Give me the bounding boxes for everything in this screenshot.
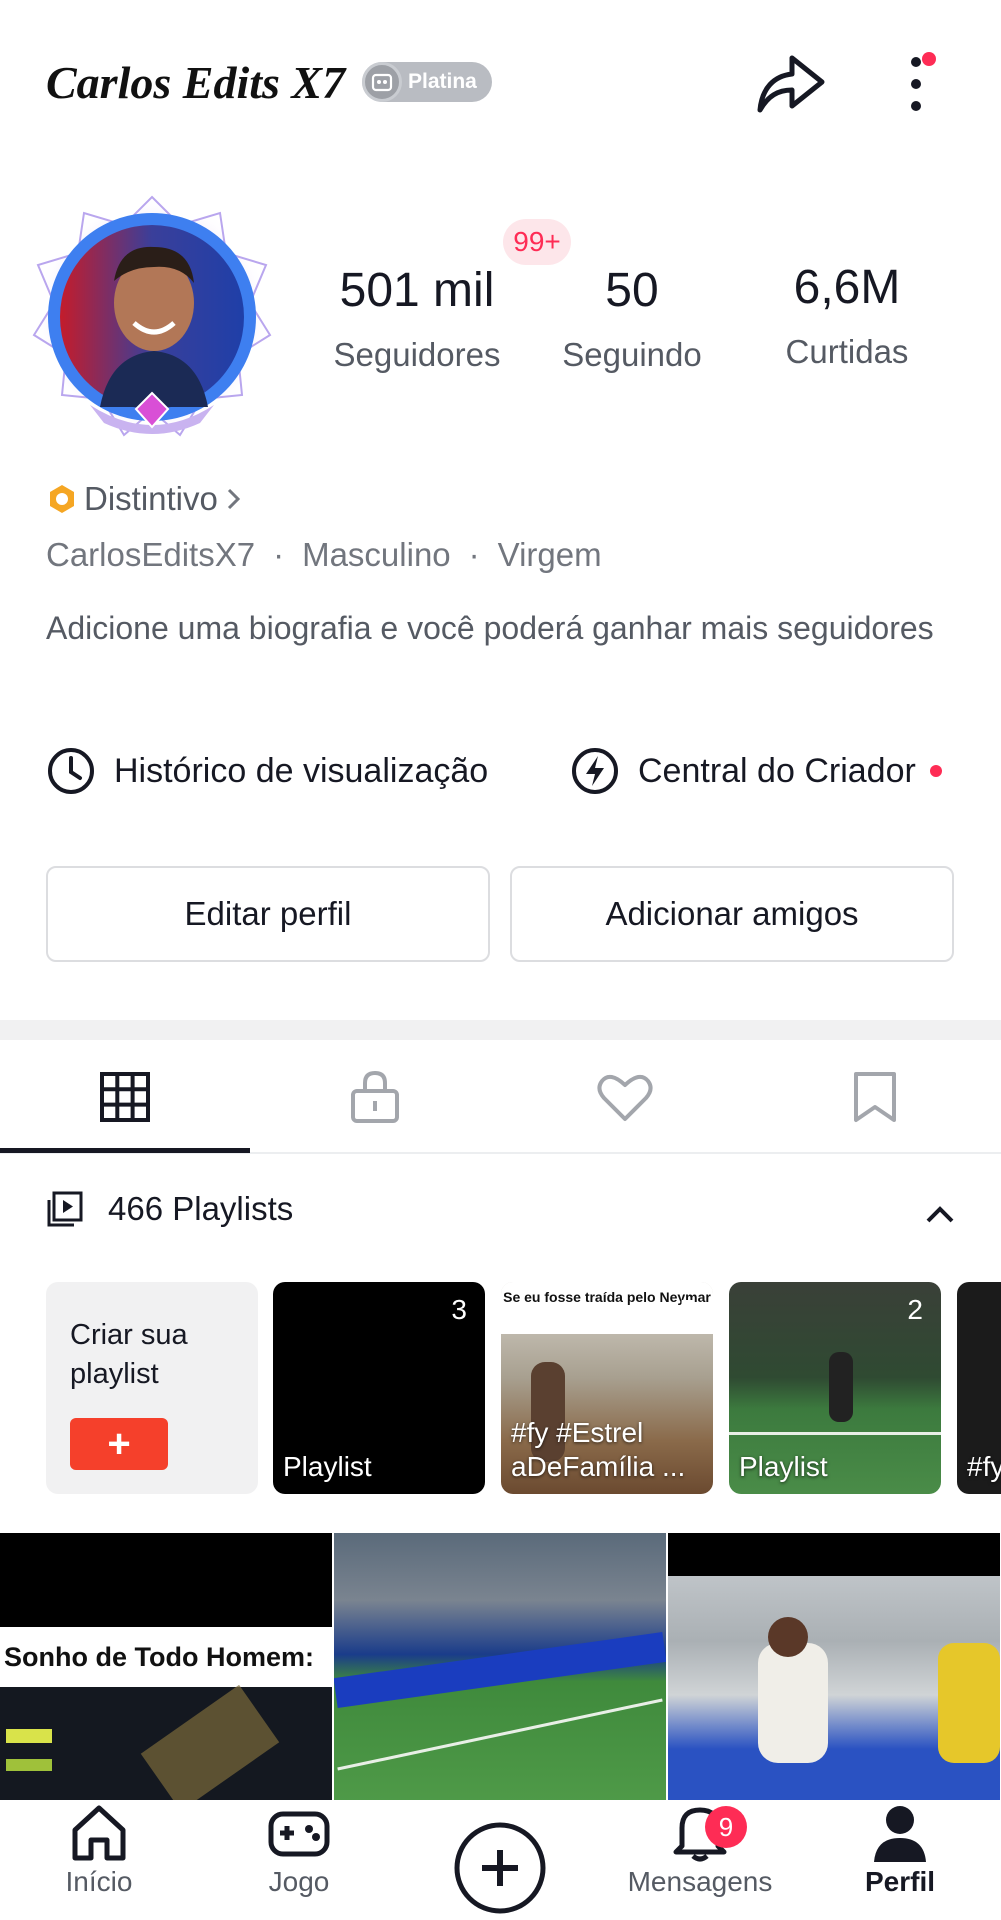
create-playlist-button[interactable]: + (70, 1418, 168, 1470)
playlist-icon (47, 1191, 83, 1227)
thumbnail-figure (829, 1352, 853, 1422)
user-gender: Masculino (302, 536, 451, 573)
playlist-card[interactable]: 3 Playlist (273, 1282, 485, 1494)
followers-label: Seguidores (333, 336, 501, 373)
creator-center-label: Central do Criador (638, 751, 916, 790)
user-sign: Virgem (497, 536, 602, 573)
collapse-button[interactable] (920, 1194, 960, 1234)
notification-dot (929, 765, 942, 777)
video-thumbnail[interactable] (334, 1533, 666, 1803)
profile-display-name: Carlos Edits X7 (46, 57, 346, 108)
lightning-icon (572, 748, 618, 794)
avatar[interactable] (30, 195, 275, 440)
bottom-navigation: Início Jogo Mensagens 9 Perfil (0, 1800, 1001, 1920)
chevron-up-icon (926, 1206, 954, 1223)
tab-videos[interactable] (0, 1040, 250, 1154)
heart-icon (597, 1074, 653, 1121)
messages-badge: 9 (705, 1806, 747, 1848)
nav-create[interactable] (410, 1800, 590, 1920)
following-count: 50 (605, 264, 659, 317)
thumbnail-line (729, 1432, 941, 1435)
gamepad-icon (268, 1811, 330, 1857)
playlist-video-count: 2 (907, 1294, 923, 1325)
video-thumbnail[interactable]: Sonho de Todo Homem: (0, 1533, 332, 1803)
playlist-card[interactable]: 2 Playlist (729, 1282, 941, 1494)
video-caption: Sonho de Todo Homem: (0, 1627, 332, 1687)
badge-link[interactable]: Distintivo (46, 480, 244, 518)
playlist-title: #fy #Estrel aDeFamília ... (511, 1417, 686, 1482)
followers-stat[interactable]: 501 mil Seguidores (317, 263, 517, 374)
creator-center-link[interactable]: Central do Criador (570, 746, 942, 796)
playlist-video-count: 3 (451, 1294, 467, 1325)
rank-badge[interactable]: Platina (362, 62, 492, 102)
notification-dot (922, 52, 936, 66)
bookmark-icon (854, 1072, 896, 1122)
edit-profile-button[interactable]: Editar perfil (46, 866, 490, 962)
section-divider (0, 1020, 1001, 1040)
nav-home-label: Início (65, 1866, 133, 1897)
tab-liked[interactable] (500, 1040, 750, 1154)
followers-count: 501 mil (339, 264, 495, 317)
playlist-video-count: 5 (679, 1294, 695, 1325)
share-button[interactable] (752, 48, 828, 118)
playlist-card[interactable]: Se eu fosse traída pelo Neymar 5 #fy #Es… (501, 1282, 713, 1494)
rank-icon (362, 62, 402, 102)
following-stat[interactable]: 50 Seguindo (532, 263, 732, 374)
person-icon (874, 1806, 926, 1862)
playlist-title: Playlist (739, 1451, 828, 1482)
rank-label: Platina (408, 70, 477, 93)
view-history-link[interactable]: Histórico de visualização (46, 746, 488, 796)
separator: · (468, 536, 480, 573)
video-thumbnail[interactable] (668, 1533, 1000, 1803)
plus-circle-icon (454, 1822, 546, 1914)
tab-saved[interactable] (750, 1040, 1000, 1154)
chevron-right-icon (227, 488, 240, 510)
active-tab-indicator (0, 1148, 250, 1153)
nav-game-label: Jogo (268, 1866, 330, 1897)
nav-messages[interactable]: Mensagens 9 (610, 1800, 790, 1920)
user-info-line: CarlosEditsX7 · Masculino · Virgem (46, 536, 602, 574)
tab-private[interactable] (250, 1040, 500, 1154)
clock-icon (48, 748, 94, 794)
playlist-title: #fy aD (967, 1451, 1001, 1482)
likes-stat[interactable]: 6,6M Curtidas (747, 260, 947, 371)
badge-icon (50, 485, 74, 513)
nav-game[interactable]: Jogo (209, 1800, 389, 1920)
home-icon (72, 1805, 126, 1861)
playlists-header[interactable]: 466 Playlists (46, 1190, 293, 1228)
playlist-card[interactable]: #fy aD (957, 1282, 1001, 1494)
more-options-button[interactable] (880, 44, 950, 124)
view-history-label: Histórico de visualização (114, 751, 489, 790)
nav-profile-label: Perfil (864, 1866, 936, 1897)
separator: · (273, 536, 285, 573)
likes-label: Curtidas (785, 333, 909, 370)
nav-profile[interactable]: Perfil (810, 1800, 990, 1920)
badge-label: Distintivo (84, 480, 218, 517)
lock-icon (351, 1070, 399, 1123)
grid-icon (100, 1072, 150, 1122)
more-vertical-icon (911, 57, 921, 111)
likes-count: 6,6M (793, 261, 901, 314)
playlist-title: Playlist (283, 1451, 372, 1482)
add-friends-button[interactable]: Adicionar amigos (510, 866, 954, 962)
notification-count-badge[interactable]: 99+ (503, 219, 571, 265)
playlists-count: 466 Playlists (108, 1190, 294, 1227)
following-label: Seguindo (562, 336, 702, 373)
share-icon (757, 55, 825, 113)
bio-prompt[interactable]: Adicione uma biografia e você poderá gan… (46, 606, 946, 650)
nav-home[interactable]: Início (9, 1800, 189, 1920)
nav-messages-label: Mensagens (627, 1866, 773, 1897)
create-playlist-text: Criar sua playlist (70, 1319, 188, 1390)
create-playlist-card[interactable]: Criar sua playlist + (46, 1282, 258, 1494)
content-tabs (0, 1040, 1001, 1154)
user-handle: CarlosEditsX7 (46, 536, 256, 573)
